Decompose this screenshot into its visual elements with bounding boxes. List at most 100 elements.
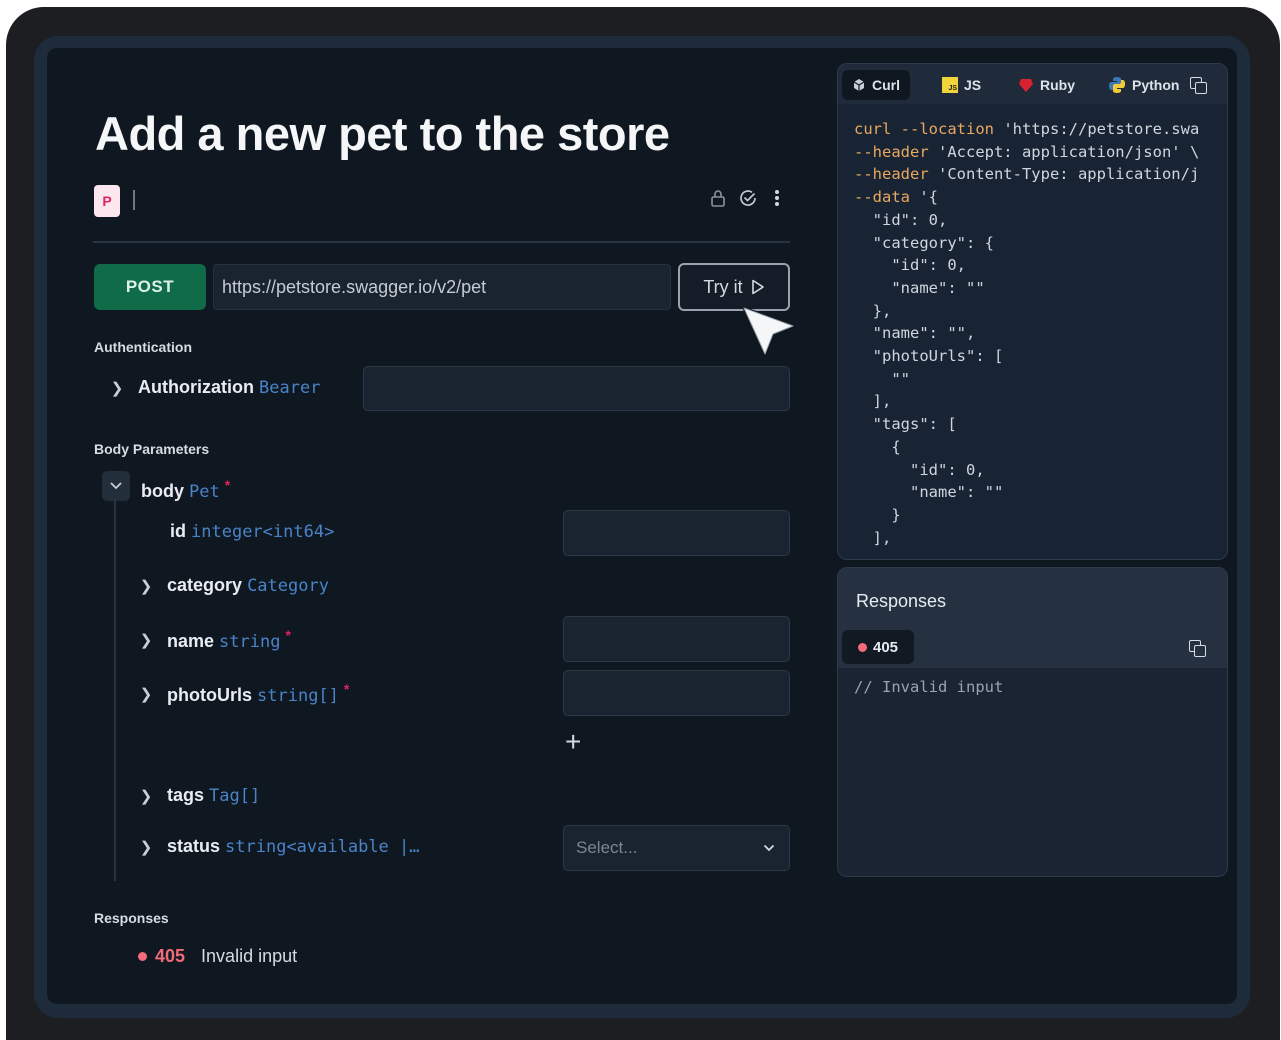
param-tags-row[interactable]: ❯ tags Tag[] <box>139 785 261 806</box>
param-category-row[interactable]: ❯ category Category <box>139 575 329 596</box>
text-cursor <box>133 190 135 210</box>
param-photourls-input[interactable] <box>563 670 790 716</box>
more-options-icon[interactable] <box>773 188 781 213</box>
chevron-right-icon[interactable]: ❯ <box>139 577 153 595</box>
body-parameters-label: Body Parameters <box>94 441 210 457</box>
code-line: ], <box>854 528 892 547</box>
param-name-type: string <box>219 632 281 652</box>
param-tags-name: tags <box>167 785 205 805</box>
code-line: curl --location 'https://petstore.swa <box>854 120 1200 138</box>
curl-icon <box>853 79 865 91</box>
play-icon <box>751 279 764 295</box>
status-select[interactable]: Select... <box>563 825 790 871</box>
language-tabs: Curl JS JS Ruby Python <box>838 64 1227 104</box>
ruby-icon <box>1019 79 1033 92</box>
code-line: ], <box>854 392 892 411</box>
code-line: "name": "" <box>854 483 1004 502</box>
response-panel-header: Responses 405 <box>838 568 1227 668</box>
param-tags-type: Tag[] <box>209 786 261 806</box>
param-category-type: Category <box>247 576 329 596</box>
mouse-pointer-icon <box>742 306 795 356</box>
response-body: // Invalid input <box>854 678 1004 696</box>
authorization-input[interactable] <box>363 366 790 411</box>
tab-ruby[interactable]: Ruby <box>1018 70 1075 100</box>
param-name-name: name <box>167 631 215 651</box>
response-sample-panel: Responses 405 // Invalid input <box>837 567 1228 877</box>
code-line: "category": { <box>854 233 994 252</box>
code-line: "name": "" <box>854 278 985 297</box>
copy-icon[interactable] <box>1190 77 1207 94</box>
try-it-label: Try it <box>703 276 743 297</box>
param-id-type: integer<int64> <box>191 522 335 542</box>
tab-curl[interactable]: Curl <box>842 70 910 100</box>
response-code: 405 <box>155 946 186 966</box>
try-it-button[interactable]: Try it <box>678 263 790 311</box>
chevron-right-icon[interactable]: ❯ <box>139 685 153 703</box>
request-url-text: https://petstore.swagger.io/v2/pet <box>222 276 487 297</box>
endpoint-badge: P <box>94 185 120 217</box>
method-post-badge: POST <box>94 264 206 310</box>
code-line: "id": 0, <box>854 210 948 229</box>
code-line: "photoUrls": [ <box>854 347 1004 366</box>
param-status-row[interactable]: ❯ status string<available |… <box>139 836 420 857</box>
tab-js[interactable]: JS JS <box>942 70 981 100</box>
code-sample-panel: Curl JS JS Ruby Python curl --location '… <box>837 63 1228 560</box>
param-category-name: category <box>167 575 243 595</box>
authorization-type: Bearer <box>259 378 321 398</box>
check-circle-icon[interactable] <box>738 188 758 213</box>
code-line: "id": 0, <box>854 460 985 479</box>
param-name-row[interactable]: ❯ name string * <box>139 627 291 652</box>
tab-ruby-label: Ruby <box>1040 77 1075 93</box>
param-status-type: string<available |… <box>225 837 420 857</box>
tab-python-label: Python <box>1132 77 1180 93</box>
authorization-row[interactable]: ❯ Authorization Bearer <box>110 377 321 398</box>
request-url-field[interactable]: https://petstore.swagger.io/v2/pet <box>213 264 671 310</box>
copy-icon[interactable] <box>1189 640 1206 657</box>
code-line: { <box>854 437 901 456</box>
body-param-name: body <box>141 481 184 501</box>
tab-curl-label: Curl <box>872 77 900 93</box>
param-name-input[interactable] <box>563 616 790 662</box>
tab-python[interactable]: Python <box>1108 70 1179 100</box>
chevron-down-icon <box>110 482 122 490</box>
param-photourls-row[interactable]: ❯ photoUrls string[] * <box>139 681 350 706</box>
code-line: "name": "", <box>854 324 976 343</box>
body-param-type: Pet <box>189 482 220 502</box>
responses-label: Responses <box>94 910 169 926</box>
status-select-placeholder: Select... <box>576 838 638 857</box>
chevron-down-icon <box>763 844 775 852</box>
chevron-right-icon[interactable]: ❯ <box>139 787 153 805</box>
chevron-right-icon[interactable]: ❯ <box>139 631 153 649</box>
lock-icon[interactable] <box>709 188 727 213</box>
body-tree-line <box>114 499 116 881</box>
required-marker: * <box>343 681 350 697</box>
response-panel-title: Responses <box>856 591 947 611</box>
authentication-label: Authentication <box>94 339 192 355</box>
add-item-button[interactable]: + <box>565 728 581 756</box>
response-item-405[interactable]: 405 Invalid input <box>138 946 297 967</box>
param-id-name: id <box>170 521 186 541</box>
response-code-label: 405 <box>872 638 899 656</box>
code-line: --header 'Content-Type: application/j <box>854 165 1200 184</box>
body-param: body Pet * <box>141 477 230 502</box>
chevron-right-icon[interactable]: ❯ <box>110 379 124 397</box>
param-id-input[interactable] <box>563 510 790 556</box>
code-line: "tags": [ <box>854 415 957 434</box>
param-photourls-type: string[] <box>257 686 339 706</box>
api-reference-screen: Add a new pet to the store P POST https:… <box>47 48 1237 1004</box>
required-marker: * <box>224 477 231 493</box>
response-code-tab[interactable]: 405 <box>842 630 914 664</box>
js-icon: JS <box>942 77 958 93</box>
code-line: } <box>854 505 901 524</box>
tab-js-label: JS <box>964 77 982 93</box>
response-description: Invalid input <box>201 946 298 966</box>
chevron-right-icon[interactable]: ❯ <box>139 838 153 856</box>
param-status-name: status <box>167 836 221 856</box>
code-line: --data '{ <box>854 188 938 207</box>
python-icon <box>1109 77 1125 93</box>
error-dot <box>138 952 147 961</box>
body-collapse-toggle[interactable] <box>102 471 130 501</box>
code-block: curl --location 'https://petstore.swa --h… <box>854 118 1199 549</box>
param-photourls-name: photoUrls <box>167 685 252 705</box>
error-dot <box>857 642 867 652</box>
